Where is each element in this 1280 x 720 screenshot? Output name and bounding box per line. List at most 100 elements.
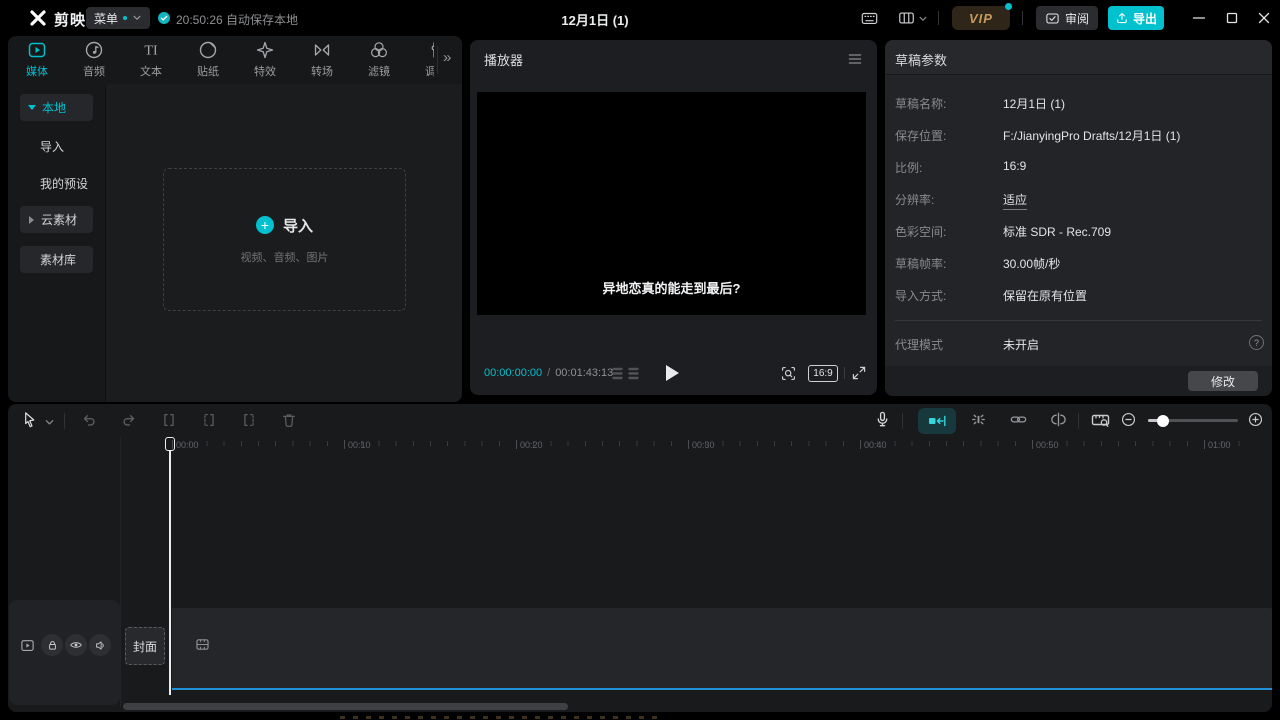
- total-duration: 00:01:43:13: [555, 367, 613, 379]
- play-button[interactable]: [666, 365, 679, 381]
- frame-list-icon[interactable]: [612, 367, 623, 380]
- sidebar-item-presets[interactable]: 我的预设: [40, 175, 88, 192]
- tab-effects[interactable]: 特效: [238, 40, 292, 79]
- split-clip-icon[interactable]: [160, 411, 178, 429]
- window-close-button[interactable]: [1253, 7, 1275, 29]
- sidebar-item-library[interactable]: 素材库: [20, 246, 93, 273]
- ruler-label: 00:40: [860, 440, 887, 450]
- titlebar-divider: [938, 11, 939, 25]
- window-maximize-button[interactable]: [1221, 7, 1243, 29]
- select-tool-icon[interactable]: [20, 410, 39, 429]
- playback-time: 00:00:00:00 / 00:01:43:13: [484, 367, 613, 379]
- help-icon[interactable]: ?: [1249, 335, 1264, 350]
- mute-track-button[interactable]: [89, 634, 111, 656]
- select-tool-chevron-icon[interactable]: [44, 417, 55, 428]
- tabbar-divider: [437, 46, 438, 74]
- linkage-icon[interactable]: [969, 410, 988, 429]
- tab-sticker[interactable]: 贴纸: [181, 40, 235, 79]
- export-button[interactable]: 导出: [1108, 6, 1164, 30]
- auto-snap-button[interactable]: [918, 408, 956, 434]
- expand-tabs-button[interactable]: »: [443, 49, 451, 66]
- track-type-icon[interactable]: [20, 638, 35, 653]
- vip-button[interactable]: VIP: [952, 6, 1010, 30]
- autosave-check-icon: [157, 11, 171, 25]
- film-icon: [194, 636, 211, 653]
- redo-icon[interactable]: [120, 411, 138, 429]
- zoom-in-icon[interactable]: [1247, 411, 1264, 428]
- record-mic-icon[interactable]: [873, 410, 892, 429]
- layout-chevron-icon[interactable]: [918, 14, 928, 24]
- sidebar-label: 云素材: [41, 211, 77, 228]
- link-icon[interactable]: [1009, 410, 1028, 429]
- vip-notification-dot: [1005, 3, 1012, 10]
- frame-list-icon[interactable]: [628, 367, 639, 380]
- preview-quality-icon[interactable]: [780, 365, 797, 382]
- zoom-out-icon[interactable]: [1120, 411, 1137, 428]
- modify-button[interactable]: 修改: [1188, 371, 1258, 391]
- shortcut-keyboard-icon[interactable]: [860, 9, 879, 27]
- ruler-label: 00:10: [344, 440, 371, 450]
- review-button[interactable]: 审阅: [1036, 6, 1098, 30]
- player-title: 播放器: [484, 50, 523, 69]
- close-icon: [1254, 8, 1274, 28]
- hide-track-button[interactable]: [65, 634, 87, 656]
- slider-thumb[interactable]: [1157, 415, 1169, 427]
- undo-icon[interactable]: [80, 411, 98, 429]
- tab-media[interactable]: 媒体: [10, 40, 64, 79]
- menu-button[interactable]: 菜单: [86, 7, 150, 29]
- cover-button[interactable]: 封面: [125, 627, 165, 665]
- text-icon: TI: [141, 40, 161, 60]
- tab-transition[interactable]: 转场: [295, 40, 349, 79]
- delete-icon[interactable]: [280, 411, 298, 429]
- media-icon: [27, 40, 47, 60]
- playhead-handle[interactable]: [165, 437, 175, 451]
- frame-rate-value: 30.00帧/秒: [1003, 255, 1060, 272]
- tab-label: 贴纸: [197, 63, 219, 79]
- player-menu-icon[interactable]: [847, 52, 863, 66]
- import-title: 导入: [283, 215, 313, 236]
- import-dropzone[interactable]: + 导入 视频、音频、图片: [163, 168, 406, 311]
- preview-axis-icon[interactable]: [1090, 411, 1111, 430]
- sidebar-item-local[interactable]: 本地: [20, 94, 93, 121]
- toolbar-divider: [1078, 413, 1079, 429]
- timeline-zoom-slider[interactable]: [1148, 411, 1238, 429]
- color-space-value: 标准 SDR - Rec.709: [1003, 223, 1111, 240]
- resolution-value[interactable]: 适应: [1003, 191, 1027, 210]
- playhead-line[interactable]: [169, 450, 171, 695]
- tab-audio[interactable]: 音频: [67, 40, 121, 79]
- trim-right-icon[interactable]: [240, 411, 258, 429]
- video-viewport: 异地恋真的能走到最后?: [477, 92, 866, 315]
- separate-icon[interactable]: [1049, 410, 1068, 429]
- fullscreen-icon[interactable]: [851, 365, 867, 381]
- lock-track-button[interactable]: [41, 634, 63, 656]
- video-caption: 异地恋真的能走到最后?: [603, 278, 741, 297]
- layout-icon[interactable]: [897, 9, 916, 27]
- bottom-edge-strip: [0, 712, 1280, 720]
- timeline-ruler[interactable]: 00:00 00:10 00:20 00:30 00:40 00:50 01:0…: [8, 437, 1272, 457]
- tab-label: 音频: [83, 63, 105, 79]
- app-logo-icon: [28, 8, 48, 28]
- draft-row-label: 保存位置:: [895, 127, 946, 144]
- tab-label: 滤镜: [368, 63, 390, 79]
- vip-label: VIP: [969, 11, 993, 26]
- caret-right-icon: [29, 216, 34, 224]
- draft-row-label: 比例:: [895, 159, 922, 176]
- window-minimize-button[interactable]: [1188, 7, 1210, 29]
- sidebar-item-cloud[interactable]: 云素材: [20, 206, 93, 233]
- ruler-label: 00:00: [172, 440, 199, 450]
- trim-left-icon[interactable]: [200, 411, 218, 429]
- tab-filter[interactable]: 滤镜: [352, 40, 406, 79]
- tab-adjust[interactable]: 调节: [409, 40, 434, 79]
- video-track[interactable]: [172, 608, 1272, 688]
- maximize-icon: [1222, 8, 1242, 28]
- sidebar-item-import[interactable]: 导入: [40, 138, 64, 155]
- titlebar: 剪映 菜单 20:50:26 自动保存本地 12月1日 (1) VIP 审阅 导…: [0, 0, 1280, 36]
- tab-text[interactable]: TI 文本: [124, 40, 178, 79]
- effects-star-icon: [255, 40, 275, 60]
- toolbar-divider: [64, 413, 65, 429]
- horizontal-scrollbar[interactable]: [123, 703, 568, 710]
- export-label: 导出: [1133, 10, 1157, 27]
- ratio-badge[interactable]: 16:9: [808, 365, 838, 382]
- draft-row-label: 草稿名称:: [895, 95, 946, 112]
- draft-row-label: 色彩空间:: [895, 223, 946, 240]
